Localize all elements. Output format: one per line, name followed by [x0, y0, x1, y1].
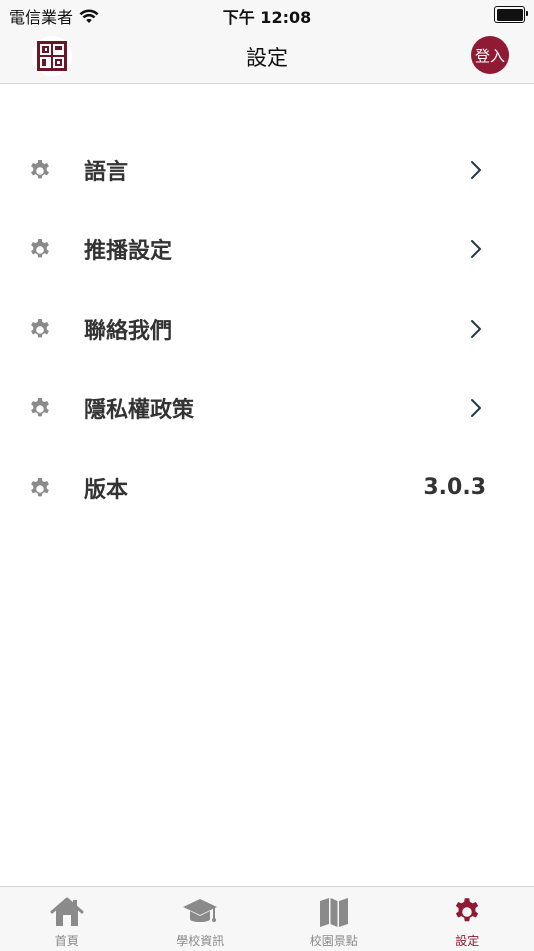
- settings-row-label: 隱私權政策: [84, 392, 194, 424]
- settings-row-version: 版本 3.0.3: [0, 448, 534, 528]
- settings-row-contact-us[interactable]: 聯絡我們: [0, 289, 534, 369]
- gear-icon: [28, 396, 52, 420]
- page-title: 設定: [0, 42, 534, 72]
- tab-settings[interactable]: 設定: [401, 887, 534, 951]
- status-time: 下午 12:08: [0, 4, 534, 28]
- settings-list: 語言 推播設定 聯絡我們 隱私權政策 版: [0, 130, 534, 528]
- navigation-bar: 設定 登入: [0, 28, 534, 84]
- settings-row-privacy-policy[interactable]: 隱私權政策: [0, 369, 534, 449]
- settings-row-label: 語言: [84, 154, 128, 186]
- gear-icon: [28, 158, 52, 182]
- map-icon: [316, 895, 352, 929]
- login-button[interactable]: 登入: [471, 36, 509, 74]
- gear-icon: [449, 895, 485, 929]
- chevron-right-icon: [470, 239, 482, 259]
- chevron-right-icon: [470, 160, 482, 180]
- gear-icon: [28, 317, 52, 341]
- tab-label: 設定: [455, 932, 479, 949]
- battery-icon: [494, 6, 525, 23]
- settings-row-language[interactable]: 語言: [0, 130, 534, 210]
- gear-icon: [28, 237, 52, 261]
- tab-campus-spots[interactable]: 校園景點: [267, 887, 401, 951]
- tab-bar: 首頁 學校資訊 校園景點 設定: [0, 886, 534, 951]
- settings-row-label: 版本: [84, 472, 128, 504]
- battery-level: [497, 9, 523, 21]
- version-value: 3.0.3: [423, 475, 486, 500]
- settings-row-label: 推播設定: [84, 233, 172, 265]
- tab-home[interactable]: 首頁: [0, 887, 134, 951]
- tab-label: 校園景點: [310, 932, 358, 949]
- settings-row-push-notifications[interactable]: 推播設定: [0, 210, 534, 290]
- tab-school-info[interactable]: 學校資訊: [134, 887, 268, 951]
- tab-label: 首頁: [55, 932, 79, 949]
- status-bar: 電信業者 下午 12:08: [0, 0, 534, 28]
- settings-row-label: 聯絡我們: [84, 313, 172, 345]
- chevron-right-icon: [470, 319, 482, 339]
- chevron-right-icon: [470, 398, 482, 418]
- graduation-cap-icon: [182, 895, 218, 929]
- tab-label: 學校資訊: [176, 932, 224, 949]
- home-icon: [49, 895, 85, 929]
- gear-icon: [28, 476, 52, 500]
